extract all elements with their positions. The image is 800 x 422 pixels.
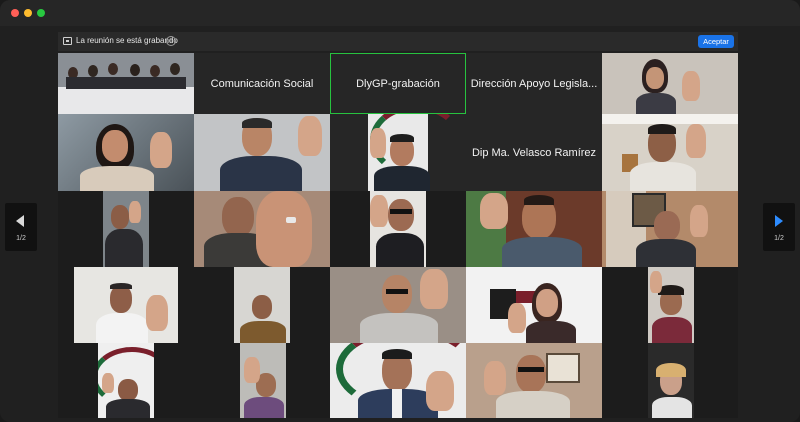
- minimize-window-button[interactable]: [24, 9, 32, 17]
- participant-name: Dirección Apoyo Legisla...: [470, 77, 598, 90]
- maximize-window-button[interactable]: [37, 9, 45, 17]
- participant-video-tile[interactable]: [234, 267, 290, 343]
- participant-video-tile[interactable]: [58, 114, 194, 191]
- recording-notice-bar: La reunión se está grabando i Aceptar: [58, 32, 738, 51]
- participant-name: Comunicación Social: [210, 77, 314, 90]
- participant-video-tile[interactable]: [194, 191, 330, 267]
- previous-page-button[interactable]: 1/2: [5, 203, 37, 251]
- participant-video-tile[interactable]: [74, 267, 178, 343]
- participant-video-tile[interactable]: [58, 53, 194, 114]
- participant-video-tile[interactable]: [194, 114, 330, 191]
- title-bar: [0, 0, 800, 26]
- participant-video-tile[interactable]: [648, 267, 694, 343]
- participant-name: Dip Ma. Velasco Ramírez: [471, 146, 597, 159]
- participant-video-tile[interactable]: [330, 114, 466, 191]
- participant-tile-dip-velasco[interactable]: Dip Ma. Velasco Ramírez: [466, 114, 602, 191]
- participant-video-tile[interactable]: [466, 191, 602, 267]
- participant-video-tile[interactable]: [602, 191, 738, 267]
- participant-video-tile[interactable]: [370, 191, 426, 267]
- participant-video-tile[interactable]: [240, 343, 286, 418]
- video-gallery-grid: Comunicación Social DlyGP-grabación Dire…: [58, 53, 738, 418]
- participant-video-tile[interactable]: [103, 191, 149, 267]
- accept-button[interactable]: Aceptar: [698, 35, 734, 48]
- participant-video-tile[interactable]: [330, 343, 466, 418]
- participant-video-tile[interactable]: [602, 114, 738, 191]
- chevron-right-icon: [775, 215, 783, 227]
- participant-tile-direccion-apoyo[interactable]: Dirección Apoyo Legisla...: [466, 53, 602, 114]
- participant-video-tile[interactable]: [98, 343, 154, 418]
- close-window-button[interactable]: [11, 9, 19, 17]
- participant-tile-dlygp-grabacion[interactable]: DlyGP-grabación: [330, 53, 466, 114]
- info-icon[interactable]: i: [166, 36, 176, 46]
- chevron-left-icon: [16, 215, 24, 227]
- participant-video-tile[interactable]: [330, 267, 466, 343]
- recording-icon: [63, 37, 72, 45]
- page-indicator: 1/2: [774, 235, 784, 242]
- participant-name: DlyGP-grabación: [356, 77, 440, 90]
- participant-video-tile[interactable]: [466, 343, 602, 418]
- participant-video-tile[interactable]: [466, 267, 602, 343]
- participant-video-tile[interactable]: [648, 343, 694, 418]
- participant-video-tile[interactable]: [602, 53, 738, 114]
- recording-notice-text: La reunión se está grabando: [76, 36, 178, 45]
- video-meeting-window: La reunión se está grabando i Aceptar Co…: [0, 0, 800, 422]
- participant-tile-comunicacion-social[interactable]: Comunicación Social: [194, 53, 330, 114]
- page-indicator: 1/2: [16, 235, 26, 242]
- next-page-button[interactable]: 1/2: [763, 203, 795, 251]
